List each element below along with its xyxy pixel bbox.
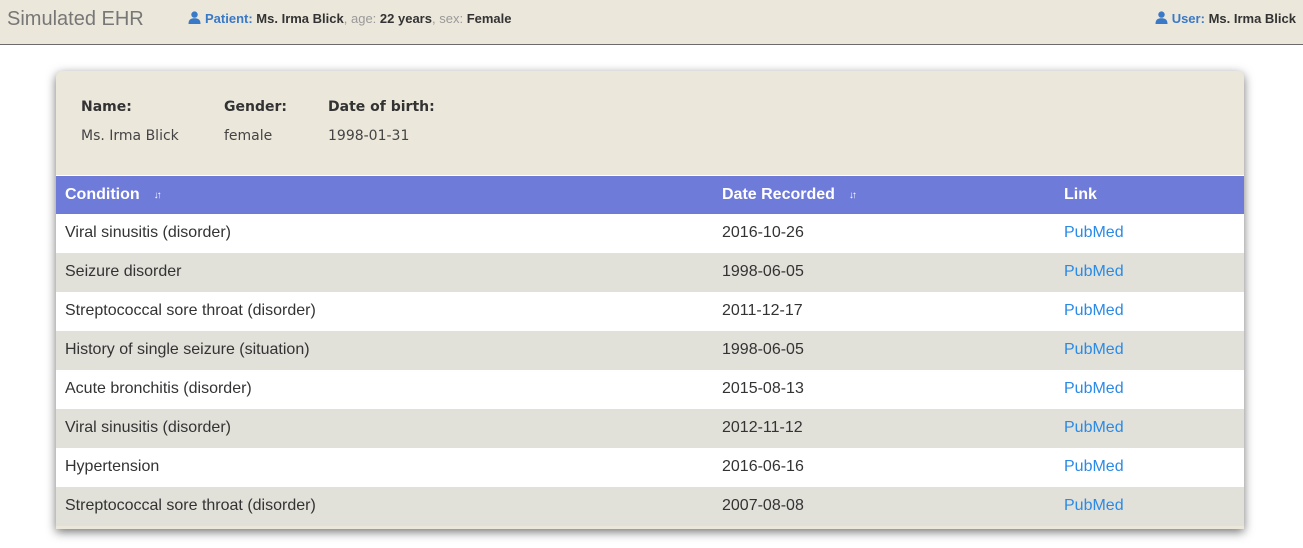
user-label: User:	[1171, 11, 1205, 26]
patient-summary: Patient: Ms. Irma Blick, age: 22 years, …	[188, 11, 512, 26]
app-brand[interactable]: Simulated EHR	[7, 8, 144, 31]
table-row: Hypertension 2016-06-16 PubMed	[56, 447, 1244, 487]
patient-label: Patient:	[205, 11, 253, 26]
link-cell: PubMed	[1055, 447, 1244, 487]
column-header-condition[interactable]: Condition ↓↑	[56, 175, 713, 214]
condition-cell: Streptococcal sore throat (disorder)	[56, 486, 713, 526]
demographic-dob: Date of birth: 1998-01-31	[328, 99, 435, 144]
date-cell: 2016-10-26	[713, 213, 1055, 253]
pubmed-link[interactable]: PubMed	[1064, 224, 1124, 241]
date-cell: 2007-08-08	[713, 486, 1055, 526]
conditions-card: Name: Ms. Irma Blick Gender: female Date…	[56, 71, 1244, 529]
user-summary: User: Ms. Irma Blick	[1155, 11, 1296, 26]
separator: ,	[343, 11, 348, 26]
dob-label: Date of birth:	[328, 99, 435, 115]
link-cell: PubMed	[1055, 252, 1244, 292]
date-cell: 1998-06-05	[713, 252, 1055, 292]
table-row: Seizure disorder 1998-06-05 PubMed	[56, 252, 1244, 292]
table-row: Acute bronchitis (disorder) 2015-08-13 P…	[56, 369, 1244, 409]
condition-cell: Viral sinusitis (disorder)	[56, 213, 713, 253]
link-cell: PubMed	[1055, 408, 1244, 448]
conditions-table: Condition ↓↑ Date Recorded ↓↑ Link Viral s…	[56, 175, 1244, 526]
table-row: Viral sinusitis (disorder) 2012-11-12 Pu…	[56, 408, 1244, 448]
sex-label: sex:	[439, 11, 464, 26]
gender-value: female	[224, 128, 273, 144]
demographic-gender: Gender: female	[224, 99, 287, 144]
dob-value: 1998-01-31	[328, 128, 410, 144]
separator: ,	[431, 11, 436, 26]
table-header-row: Condition ↓↑ Date Recorded ↓↑ Link	[56, 175, 1244, 214]
sort-icon[interactable]: ↓↑	[154, 190, 162, 201]
link-cell: PubMed	[1055, 486, 1244, 526]
table-row: Streptococcal sore throat (disorder) 201…	[56, 291, 1244, 331]
link-cell: PubMed	[1055, 291, 1244, 331]
column-header-date-recorded[interactable]: Date Recorded ↓↑	[713, 175, 1055, 214]
date-cell: 2015-08-13	[713, 369, 1055, 409]
gender-label: Gender:	[224, 99, 287, 115]
date-cell: 2011-12-17	[713, 291, 1055, 331]
person-icon	[188, 11, 201, 24]
column-header-link: Link	[1055, 175, 1244, 214]
pubmed-link[interactable]: PubMed	[1064, 302, 1124, 319]
table-row: Streptococcal sore throat (disorder) 200…	[56, 486, 1244, 526]
table-row: Viral sinusitis (disorder) 2016-10-26 Pu…	[56, 213, 1244, 253]
name-label: Name:	[81, 99, 132, 115]
pubmed-link[interactable]: PubMed	[1064, 380, 1124, 397]
column-header-label: Link	[1064, 185, 1097, 203]
date-cell: 2012-11-12	[713, 408, 1055, 448]
pubmed-link[interactable]: PubMed	[1064, 458, 1124, 475]
user-name: Ms. Irma Blick	[1208, 11, 1296, 26]
name-value: Ms. Irma Blick	[81, 128, 179, 144]
condition-cell: Viral sinusitis (disorder)	[56, 408, 713, 448]
sort-icon[interactable]: ↓↑	[849, 190, 857, 201]
date-cell: 1998-06-05	[713, 330, 1055, 370]
patient-name: Ms. Irma Blick	[256, 11, 344, 26]
person-icon	[1155, 11, 1168, 24]
age-value: 22 years	[379, 11, 432, 26]
column-header-label: Date Recorded	[722, 185, 835, 203]
condition-cell: Seizure disorder	[56, 252, 713, 292]
condition-cell: History of single seizure (situation)	[56, 330, 713, 370]
column-header-label: Condition	[65, 185, 140, 203]
link-cell: PubMed	[1055, 369, 1244, 409]
pubmed-link[interactable]: PubMed	[1064, 263, 1124, 280]
top-navbar: Simulated EHR Patient: Ms. Irma Blick, a…	[0, 0, 1303, 45]
condition-cell: Acute bronchitis (disorder)	[56, 369, 713, 409]
pubmed-link[interactable]: PubMed	[1064, 419, 1124, 436]
sex-value: Female	[466, 11, 512, 26]
pubmed-link[interactable]: PubMed	[1064, 497, 1124, 514]
condition-cell: Streptococcal sore throat (disorder)	[56, 291, 713, 331]
pubmed-link[interactable]: PubMed	[1064, 341, 1124, 358]
age-label: age:	[350, 11, 377, 26]
condition-cell: Hypertension	[56, 447, 713, 487]
link-cell: PubMed	[1055, 330, 1244, 370]
demographic-name: Name: Ms. Irma Blick	[81, 99, 179, 144]
table-row: History of single seizure (situation) 19…	[56, 330, 1244, 370]
link-cell: PubMed	[1055, 213, 1244, 253]
date-cell: 2016-06-16	[713, 447, 1055, 487]
